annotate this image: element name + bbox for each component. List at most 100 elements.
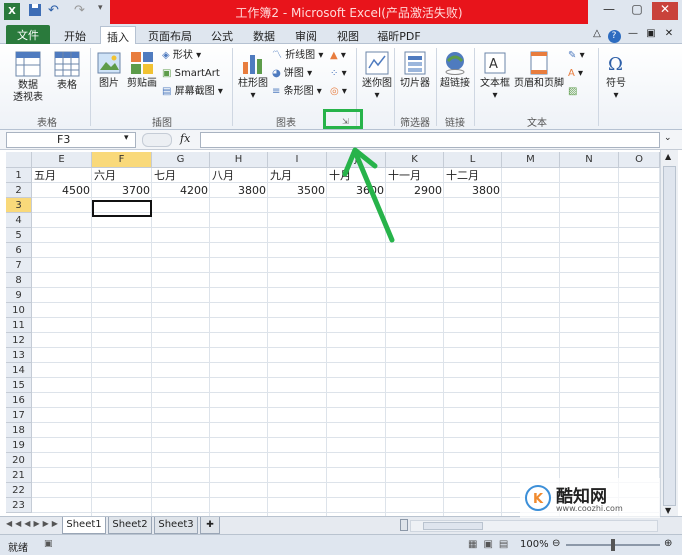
name-box-dropdown-icon[interactable]: ▾: [124, 133, 129, 143]
line-chart-button[interactable]: 〽 折线图 ▾: [272, 48, 323, 64]
table-button[interactable]: 表格: [52, 50, 82, 92]
row-header-2[interactable]: 2: [6, 183, 32, 198]
row-header-13[interactable]: 13: [6, 348, 32, 363]
redo-icon[interactable]: ↷: [74, 3, 94, 20]
area-chart-button[interactable]: ▲ ▾: [330, 48, 346, 64]
cell-month-label[interactable]: 七月: [154, 168, 210, 183]
row-header-8[interactable]: 8: [6, 273, 32, 288]
ribbon-collapse-icon[interactable]: △: [590, 26, 604, 44]
column-header-l[interactable]: L: [444, 152, 502, 168]
cell-month-label[interactable]: 五月: [34, 168, 92, 183]
tab-view[interactable]: 视图: [330, 26, 366, 44]
column-header-e[interactable]: E: [32, 152, 92, 168]
select-all-corner[interactable]: [6, 152, 32, 168]
minimize-button[interactable]: —: [596, 2, 622, 20]
tab-page-layout[interactable]: 页面布局: [142, 26, 198, 44]
zoom-out-icon[interactable]: ⊖: [552, 538, 560, 549]
row-header-6[interactable]: 6: [6, 243, 32, 258]
horizontal-scroll-thumb[interactable]: [423, 522, 483, 530]
macro-record-icon[interactable]: ▣: [44, 539, 53, 549]
tab-data[interactable]: 数据: [246, 26, 282, 44]
zoom-slider[interactable]: [566, 539, 660, 551]
wordart-style-button[interactable]: A ▾: [568, 66, 583, 82]
formula-input[interactable]: [200, 132, 660, 148]
maximize-button[interactable]: ▢: [624, 2, 650, 20]
row-header-7[interactable]: 7: [6, 258, 32, 273]
zoom-level[interactable]: 100%: [520, 539, 549, 550]
symbol-button[interactable]: Ω 符号 ▾: [602, 50, 630, 102]
cell-value[interactable]: 2900: [386, 183, 444, 198]
column-header-j[interactable]: J: [327, 152, 386, 168]
zoom-slider-thumb[interactable]: [611, 539, 615, 551]
cell-value[interactable]: 4500: [32, 183, 92, 198]
pie-chart-button[interactable]: ◕ 饼图 ▾: [272, 66, 312, 82]
scatter-chart-button[interactable]: ⁘ ▾: [330, 66, 347, 82]
row-header-19[interactable]: 19: [6, 438, 32, 453]
hyperlink-button[interactable]: 超链接: [438, 50, 472, 90]
shapes-button[interactable]: ◈ 形状 ▾: [162, 48, 201, 64]
row-header-15[interactable]: 15: [6, 378, 32, 393]
row-header-18[interactable]: 18: [6, 423, 32, 438]
undo-icon[interactable]: ↶: [48, 3, 68, 20]
sheet-nav-icons[interactable]: ◀◀◀▶▶▶: [6, 519, 61, 528]
row-header-21[interactable]: 21: [6, 468, 32, 483]
cell-month-label[interactable]: 十月: [329, 168, 386, 183]
scroll-up-icon[interactable]: ▲: [665, 152, 671, 161]
cell-value[interactable]: 3800: [210, 183, 268, 198]
vertical-scrollbar[interactable]: ▲ ▼: [660, 150, 678, 516]
column-header-o[interactable]: O: [619, 152, 660, 168]
cell-month-label[interactable]: 九月: [270, 168, 327, 183]
new-sheet-icon[interactable]: ✚: [200, 517, 220, 534]
other-charts-button[interactable]: ◎ ▾: [330, 84, 347, 100]
cell-month-label[interactable]: 十二月: [446, 168, 502, 183]
cell-value[interactable]: 3800: [444, 183, 502, 198]
sheet-tab-sheet1[interactable]: Sheet1: [62, 517, 106, 534]
cell-month-label[interactable]: 六月: [94, 168, 152, 183]
tab-review[interactable]: 审阅: [288, 26, 324, 44]
tab-home[interactable]: 开始: [56, 26, 94, 44]
pivot-table-button[interactable]: 数据 透视表: [8, 50, 48, 104]
row-header-17[interactable]: 17: [6, 408, 32, 423]
active-cell[interactable]: [92, 200, 152, 217]
row-header-12[interactable]: 12: [6, 333, 32, 348]
formula-bar-expand-icon[interactable]: ⌄: [664, 133, 672, 143]
cell-month-label[interactable]: 十一月: [388, 168, 444, 183]
header-footer-button[interactable]: 页眉和页脚: [514, 50, 564, 90]
view-mode-icons[interactable]: ▦▣▤: [468, 539, 514, 550]
column-header-g[interactable]: G: [152, 152, 210, 168]
sheet-tab-sheet2[interactable]: Sheet2: [108, 517, 152, 534]
smartart-button[interactable]: ▣ SmartArt: [162, 66, 220, 82]
doc-minimize-icon[interactable]: —: [626, 26, 640, 44]
sheet-tab-sheet3[interactable]: Sheet3: [154, 517, 198, 534]
textbox-button[interactable]: A 文本框 ▾: [478, 50, 512, 102]
qat-customize-icon[interactable]: ▾: [98, 3, 108, 20]
cell-value[interactable]: 4200: [152, 183, 210, 198]
column-header-f[interactable]: F: [92, 152, 152, 168]
doc-restore-icon[interactable]: ▣: [644, 26, 658, 44]
row-header-14[interactable]: 14: [6, 363, 32, 378]
row-header-10[interactable]: 10: [6, 303, 32, 318]
scroll-down-icon[interactable]: ▼: [665, 506, 671, 515]
zoom-in-icon[interactable]: ⊕: [664, 538, 672, 549]
row-header-4[interactable]: 4: [6, 213, 32, 228]
column-header-i[interactable]: I: [268, 152, 327, 168]
save-icon[interactable]: [28, 3, 42, 20]
row-header-3[interactable]: 3: [6, 198, 32, 213]
row-header-20[interactable]: 20: [6, 453, 32, 468]
row-header-5[interactable]: 5: [6, 228, 32, 243]
cell-value[interactable]: 3600: [327, 183, 386, 198]
worksheet-grid[interactable]: EFGHIJKLMNO 1 2 3 4 5 6 7 8 9 10 11 12 13 14 15 16 17 18 1…: [0, 150, 682, 516]
tab-formulas[interactable]: 公式: [204, 26, 240, 44]
row-header-22[interactable]: 22: [6, 483, 32, 498]
tab-file[interactable]: 文件: [6, 25, 50, 44]
row-header-9[interactable]: 9: [6, 288, 32, 303]
name-box[interactable]: F3: [6, 132, 136, 148]
bar-chart-button[interactable]: ≡ 条形图 ▾: [272, 84, 322, 100]
column-header-m[interactable]: M: [502, 152, 560, 168]
tab-insert[interactable]: 插入: [100, 26, 136, 46]
cell-value[interactable]: 3500: [268, 183, 327, 198]
clipart-button[interactable]: 剪贴画: [126, 50, 158, 90]
column-header-h[interactable]: H: [210, 152, 268, 168]
doc-close-icon[interactable]: ✕: [662, 26, 676, 44]
close-button[interactable]: ✕: [652, 2, 678, 20]
